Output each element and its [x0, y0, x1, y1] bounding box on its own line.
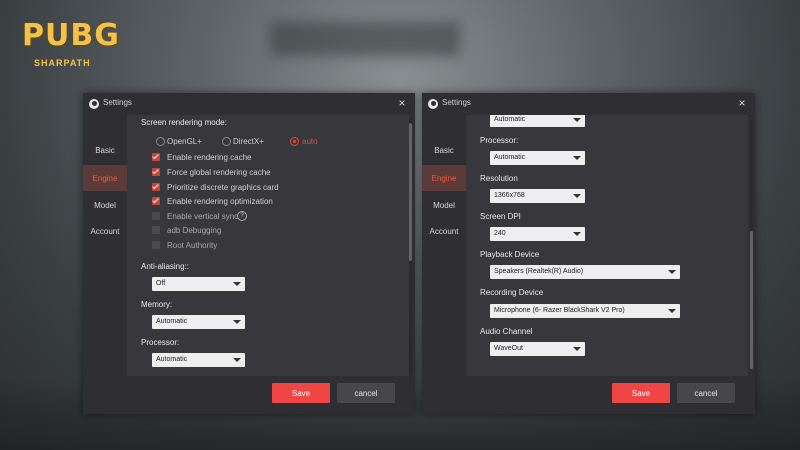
memory-select[interactable]: Automatic	[152, 315, 245, 329]
sidebar: Basic Engine Model Account	[422, 115, 466, 414]
checkbox-adb-debugging[interactable]	[152, 226, 160, 234]
radio-auto[interactable]	[290, 137, 299, 146]
resolution-select[interactable]: 1366x768	[490, 189, 585, 203]
screen-dpi-select[interactable]: 240	[490, 227, 585, 241]
cancel-button[interactable]: cancel	[677, 383, 735, 403]
processor-label: Processor:	[480, 136, 519, 145]
memory-label: Memory:	[141, 300, 173, 309]
scrollbar[interactable]	[750, 119, 753, 369]
rendering-mode-heading: Screen rendering mode:	[141, 118, 227, 127]
anti-aliasing-select[interactable]: Off	[152, 277, 245, 291]
audio-channel-label: Audio Channel	[480, 327, 533, 336]
checkbox-root-authority-label: Root Authority	[167, 241, 218, 250]
pubg-logo: PUBG SHARPATH	[22, 14, 120, 74]
recording-device-select[interactable]: Microphone (6- Razer BlackShark V2 Pro)	[490, 304, 680, 318]
screen-dpi-label: Screen DPI	[480, 212, 521, 221]
playback-device-select[interactable]: Speakers (Realtek(R) Audio)	[490, 265, 680, 279]
sidebar-item-account[interactable]: Account	[422, 218, 466, 244]
chevron-down-icon	[233, 358, 241, 362]
processor-select[interactable]: Automatic	[490, 151, 585, 165]
chevron-down-icon	[233, 320, 241, 324]
sidebar-item-engine[interactable]: Engine	[83, 165, 127, 191]
checkbox-root-authority[interactable]	[152, 241, 160, 249]
radio-opengl-label: OpenGL+	[167, 137, 202, 146]
window-title: Settings	[103, 98, 132, 107]
memory-value: Automatic	[156, 318, 188, 325]
radio-directx[interactable]	[222, 137, 231, 146]
chevron-down-icon	[668, 270, 676, 274]
checkbox-rendering-cache[interactable]	[152, 153, 160, 161]
sidebar: Basic Engine Model Account	[83, 115, 127, 414]
chevron-down-icon	[573, 347, 581, 351]
app-icon	[428, 99, 438, 109]
chevron-down-icon	[573, 232, 581, 236]
settings-window-right: Settings × Basic Engine Model Account Au…	[422, 93, 755, 414]
checkbox-rendering-optimization-label: Enable rendering optimization	[167, 197, 273, 206]
checkbox-adb-debugging-label: adb Debugging	[167, 226, 222, 235]
sidebar-item-basic[interactable]: Basic	[83, 137, 127, 163]
screen-dpi-value: 240	[494, 230, 506, 237]
anti-aliasing-label: Anti-aliasing::	[141, 262, 190, 271]
checkbox-rendering-optimization[interactable]	[152, 197, 160, 205]
sidebar-item-engine[interactable]: Engine	[422, 165, 466, 191]
audio-channel-value: WaveOut	[494, 345, 523, 352]
recording-device-label: Recording Device	[480, 288, 544, 297]
checkbox-rendering-cache-label: Enable rendering cache	[167, 153, 252, 162]
cancel-button[interactable]: cancel	[337, 383, 395, 403]
help-icon[interactable]: ?	[237, 211, 247, 221]
logo-sub-text: SHARPATH	[34, 58, 91, 68]
recording-device-value: Microphone (6- Razer BlackShark V2 Pro)	[494, 307, 625, 314]
chevron-down-icon	[668, 309, 676, 313]
logo-main-text: PUBG	[22, 18, 120, 53]
sidebar-item-account[interactable]: Account	[83, 218, 127, 244]
sidebar-item-basic[interactable]: Basic	[422, 137, 466, 163]
sidebar-item-model[interactable]: Model	[83, 192, 127, 218]
chevron-down-icon	[573, 156, 581, 160]
resolution-label: Resolution	[480, 174, 518, 183]
background-blur	[270, 22, 460, 56]
scrollbar-thumb[interactable]	[750, 231, 753, 369]
save-button[interactable]: Save	[272, 383, 330, 403]
radio-directx-label: DirectX+	[233, 137, 264, 146]
radio-opengl[interactable]	[156, 137, 165, 146]
title-bar: Settings ×	[83, 93, 415, 115]
scrollbar[interactable]	[409, 119, 412, 373]
close-button[interactable]: ×	[735, 96, 749, 110]
radio-auto-label: auto	[302, 137, 318, 146]
memory-select[interactable]: Automatic	[490, 115, 585, 127]
anti-aliasing-value: Off	[156, 280, 166, 287]
close-button[interactable]: ×	[395, 96, 409, 110]
memory-value: Automatic	[494, 116, 526, 123]
checkbox-vertical-sync[interactable]	[152, 212, 160, 220]
engine-settings-panel: Screen rendering mode: OpenGL+ DirectX+ …	[127, 115, 409, 376]
playback-device-label: Playback Device	[480, 250, 540, 259]
chevron-down-icon	[573, 194, 581, 198]
chevron-down-icon	[233, 282, 241, 286]
checkbox-discrete-gpu-label: Prioritize discrete graphics card	[167, 183, 279, 192]
processor-label: Processor:	[141, 338, 180, 347]
processor-value: Automatic	[494, 154, 526, 161]
engine-settings-panel: Automatic Processor: Automatic Resolutio…	[466, 115, 748, 376]
resolution-value: 1366x768	[494, 192, 525, 199]
chevron-down-icon	[573, 118, 581, 122]
save-button[interactable]: Save	[612, 383, 670, 403]
audio-channel-select[interactable]: WaveOut	[490, 342, 585, 356]
window-title: Settings	[442, 98, 471, 107]
checkbox-global-cache-label: Force global rendering cache	[167, 168, 271, 177]
checkbox-global-cache[interactable]	[152, 168, 160, 176]
checkbox-discrete-gpu[interactable]	[152, 183, 160, 191]
sidebar-item-model[interactable]: Model	[422, 192, 466, 218]
title-bar: Settings ×	[422, 93, 755, 115]
scrollbar-thumb[interactable]	[409, 123, 412, 261]
processor-value: Automatic	[156, 356, 188, 363]
settings-window-left: Settings × Basic Engine Model Account Sc…	[83, 93, 415, 414]
processor-select[interactable]: Automatic	[152, 353, 245, 367]
app-icon	[89, 99, 99, 109]
checkbox-vertical-sync-label: Enable vertical sync	[167, 212, 239, 221]
playback-device-value: Speakers (Realtek(R) Audio)	[494, 268, 584, 275]
